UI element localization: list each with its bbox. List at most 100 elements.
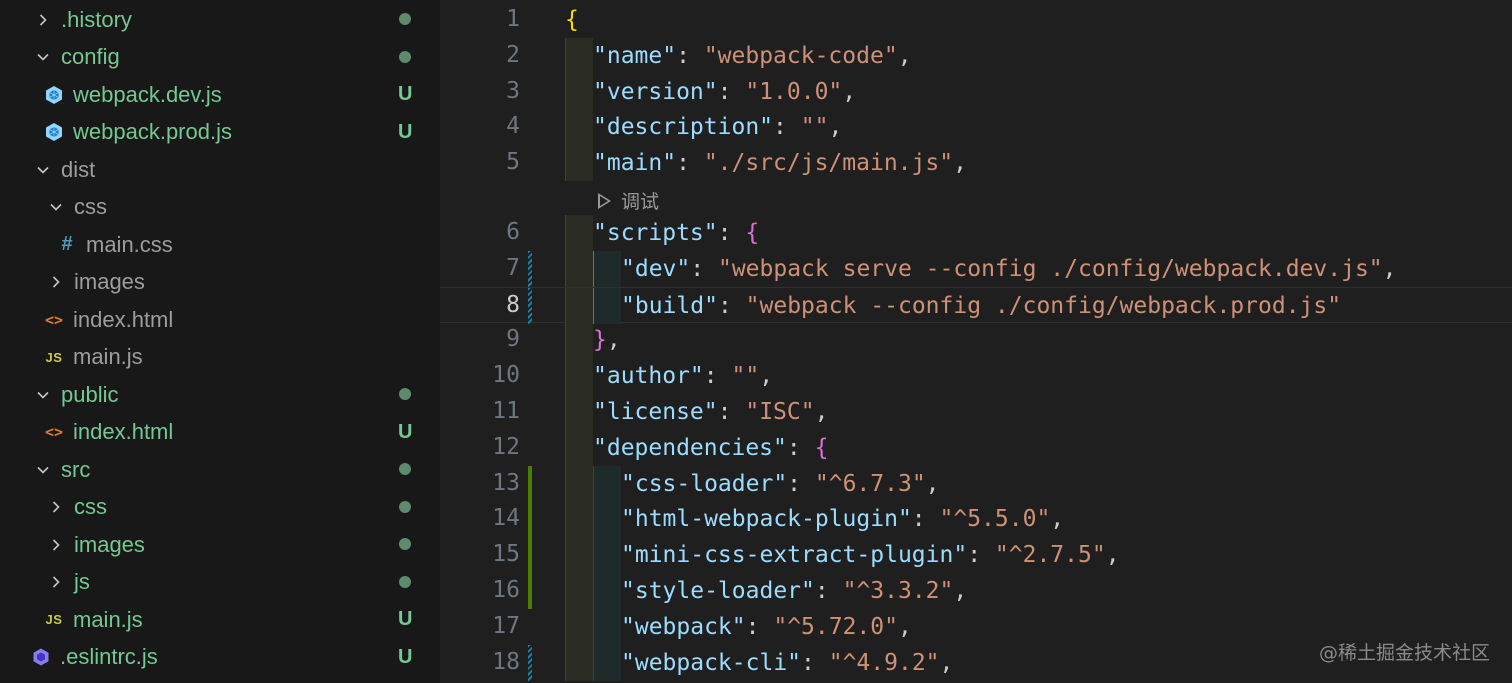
code-text: "scripts": { <box>565 215 759 254</box>
code-text: "css-loader": "^6.7.3", <box>565 465 940 505</box>
line-number: 12 <box>492 433 520 460</box>
git-status-dot <box>399 575 411 588</box>
folder-images[interactable]: images <box>0 526 440 564</box>
code-line[interactable]: 11 "license": "ISC", <box>440 394 1512 430</box>
folder-history[interactable]: .history <box>0 1 440 39</box>
folder-dist[interactable]: dist <box>0 151 440 189</box>
git-status-dot <box>399 500 411 513</box>
line-number: 8 <box>506 291 520 318</box>
git-status-dot <box>399 13 411 25</box>
code-text: "name": "webpack-code", <box>565 37 912 77</box>
js-icon: JS <box>45 612 63 628</box>
code-line[interactable]: 2 "name": "webpack-code", <box>440 37 1512 77</box>
code-line[interactable]: 16 "style-loader": "^3.3.2", <box>440 573 1512 609</box>
line-number: 3 <box>506 77 520 104</box>
code-text: { <box>565 7 579 33</box>
chevron-right-icon[interactable] <box>46 571 66 593</box>
git-added-gutter[interactable] <box>528 465 532 502</box>
file-main-css[interactable]: # main.css <box>0 226 440 264</box>
line-number: 7 <box>506 254 520 281</box>
line-number: 6 <box>506 219 520 245</box>
folder-src[interactable]: src <box>0 451 440 489</box>
git-added-gutter[interactable] <box>528 537 532 574</box>
tree-item-label: config <box>61 44 120 70</box>
git-status-dot <box>399 388 411 400</box>
code-line[interactable]: 18 "webpack-cli": "^4.9.2", <box>440 644 1512 681</box>
git-modified-gutter[interactable] <box>528 250 532 287</box>
chevron-down-icon[interactable] <box>46 196 66 218</box>
folder-config[interactable]: config <box>0 39 440 77</box>
line-number: 2 <box>506 41 520 68</box>
code-line[interactable]: 12 "dependencies": { <box>440 429 1512 466</box>
chevron-right-icon[interactable] <box>46 271 66 293</box>
git-modified-gutter[interactable] <box>528 644 532 681</box>
code-text: "build": "webpack --config ./config/webp… <box>565 287 1341 327</box>
code-text: "mini-css-extract-plugin": "^2.7.5", <box>565 537 1120 576</box>
chevron-right-icon[interactable] <box>46 496 66 518</box>
code-text: "author": "", <box>565 358 773 397</box>
code-line[interactable]: 7 "dev": "webpack serve --config ./config… <box>440 250 1512 287</box>
folder-js[interactable]: js <box>0 564 440 602</box>
folder-images[interactable]: images <box>0 264 440 302</box>
git-status-untracked: U <box>398 645 413 668</box>
code-line[interactable]: 13 "css-loader": "^6.7.3", <box>440 465 1512 505</box>
file-webpack-prod-js[interactable]: webpack.prod.js U <box>0 114 440 152</box>
debug-codelens[interactable]: 调试 <box>598 187 659 214</box>
folder-css[interactable]: css <box>0 189 440 227</box>
code-line[interactable]: 17 "webpack": "^5.72.0", <box>440 608 1512 648</box>
line-number: 13 <box>492 469 520 496</box>
file-index-html[interactable]: <> index.html U <box>0 414 440 452</box>
tree-item-label: js <box>74 569 90 595</box>
line-number: 9 <box>506 326 520 353</box>
code-line[interactable]: 1{ <box>440 2 1512 38</box>
file-webpack-dev-js[interactable]: webpack.dev.js U <box>0 76 440 114</box>
line-number: 18 <box>492 648 520 675</box>
chevron-down-icon[interactable] <box>33 459 53 481</box>
code-line[interactable]: 9}, <box>440 322 1512 361</box>
code-text: "version": "1.0.0", <box>565 73 856 113</box>
code-text: "description": "", <box>565 109 842 148</box>
chevron-down-icon[interactable] <box>33 159 53 181</box>
file-index-html[interactable]: <> index.html <box>0 301 440 339</box>
tree-item-label: index.html <box>73 419 174 445</box>
code-line[interactable]: 8 "build": "webpack --config ./config/web… <box>440 286 1512 324</box>
code-text: "main": "./src/js/main.js", <box>565 145 967 184</box>
code-line[interactable]: 10 "author": "", <box>440 358 1512 397</box>
file-eslintrc-js[interactable]: .eslintrc.js U <box>0 639 440 677</box>
line-number: 15 <box>492 541 520 568</box>
code-line[interactable]: 4 "description": "", <box>440 109 1512 148</box>
chevron-right-icon[interactable] <box>33 9 53 31</box>
line-number: 1 <box>506 6 520 32</box>
line-number: 11 <box>492 398 520 424</box>
code-line[interactable]: 6 "scripts": { <box>440 215 1512 251</box>
line-number: 4 <box>506 113 520 140</box>
git-status-untracked: U <box>398 608 413 630</box>
chevron-right-icon[interactable] <box>46 534 66 556</box>
eslint-icon <box>30 646 52 668</box>
tree-item-label: css <box>74 194 107 220</box>
code-line[interactable]: 15 "mini-css-extract-plugin": "^2.7.5", <box>440 537 1512 576</box>
tree-item-label: webpack.prod.js <box>73 119 232 145</box>
folder-public[interactable]: public <box>0 376 440 414</box>
git-added-gutter[interactable] <box>528 501 532 538</box>
code-line[interactable]: 3 "version": "1.0.0", <box>440 73 1512 113</box>
tree-item-label: images <box>74 531 145 557</box>
file-main-js[interactable]: JS main.js <box>0 339 440 377</box>
js-icon: JS <box>45 349 63 365</box>
tree-item-label: main.js <box>73 344 143 370</box>
git-modified-gutter[interactable] <box>528 287 532 324</box>
code-text: }, <box>565 322 621 361</box>
code-text: "style-loader": "^3.3.2", <box>565 573 967 612</box>
chevron-down-icon[interactable] <box>33 46 53 68</box>
code-text: "webpack": "^5.72.0", <box>565 608 912 648</box>
file-main-js[interactable]: JS main.js U <box>0 601 440 639</box>
tree-item-label: .eslintrc.js <box>60 644 158 670</box>
code-line[interactable]: 5 "main": "./src/js/main.js", <box>440 145 1512 184</box>
code-line[interactable]: 14 "html-webpack-plugin": "^5.5.0", <box>440 501 1512 538</box>
folder-css[interactable]: css <box>0 489 440 527</box>
chevron-down-icon[interactable] <box>33 384 53 406</box>
code-editor[interactable]: @稀土掘金技术社区 1{2 "name": "webpack-code", 3 "ve… <box>440 0 1512 683</box>
tree-item-label: src <box>61 456 91 482</box>
git-added-gutter[interactable] <box>528 573 532 609</box>
tree-item-label: dist <box>61 156 96 182</box>
